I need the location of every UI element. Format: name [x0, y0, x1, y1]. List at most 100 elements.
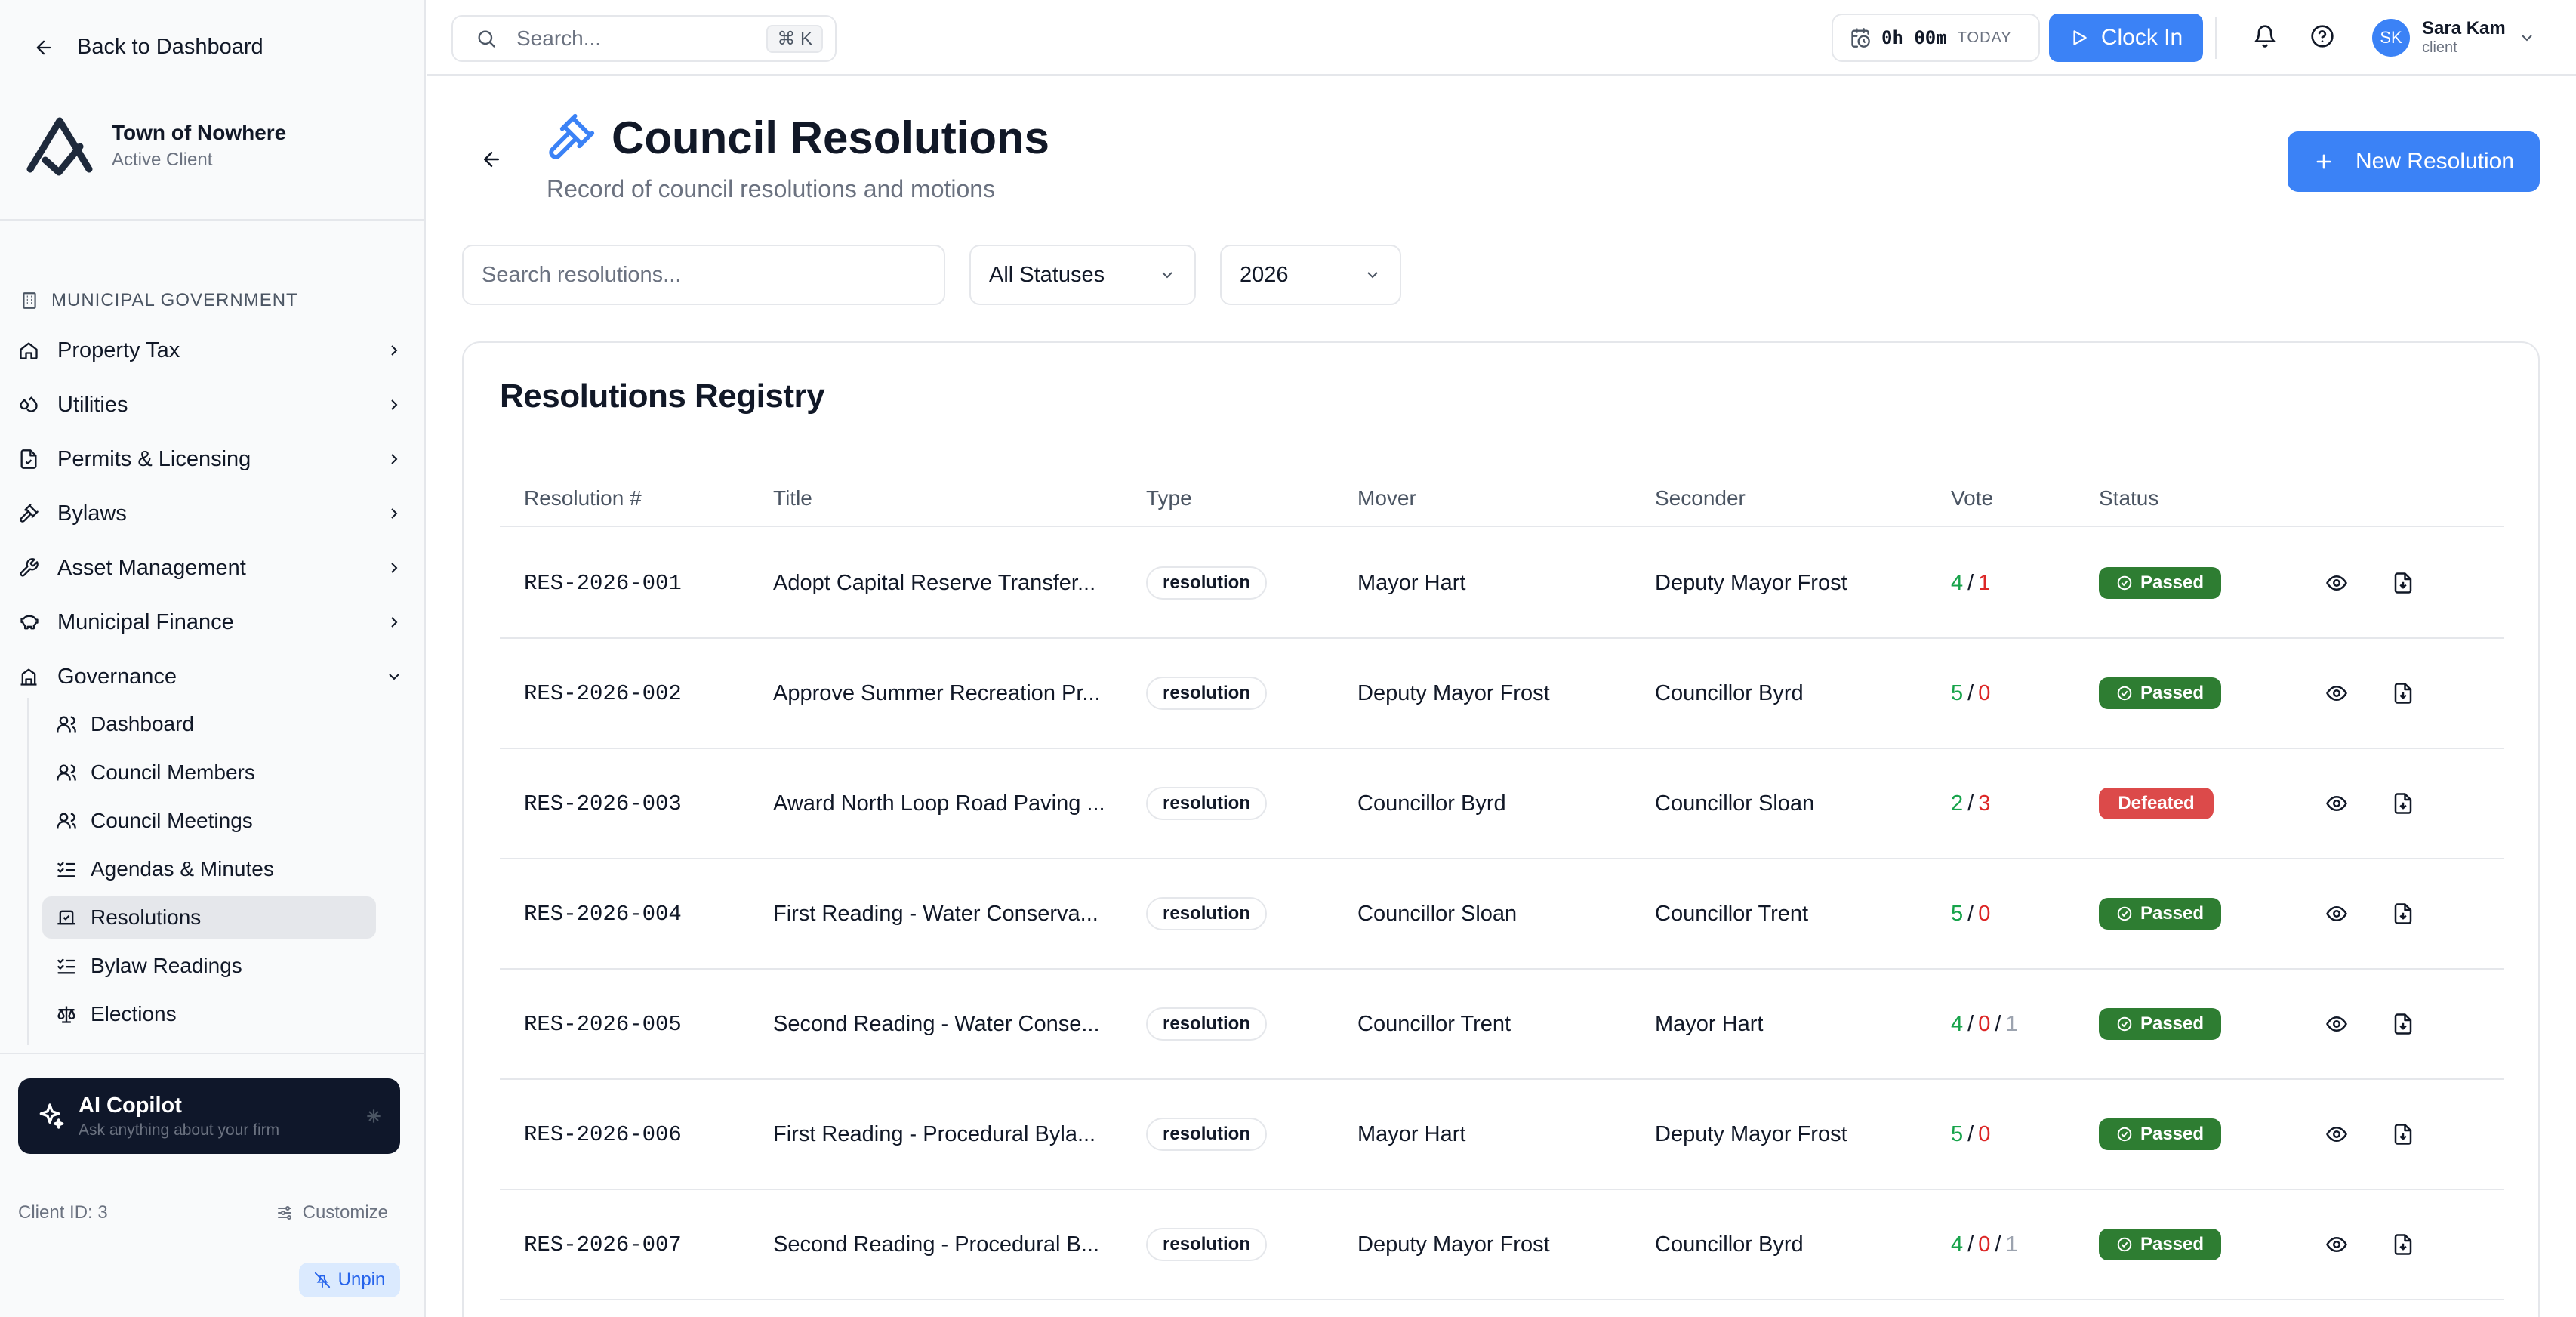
ai-copilot-button[interactable]: AI Copilot Ask anything about your firm — [18, 1078, 400, 1154]
topbar: Search... ⌘ K 0h 00m TODAY Clock In SK S… — [427, 0, 2576, 76]
sidebar: Back to Dashboard Town of Nowhere Active… — [0, 0, 426, 1317]
subnav-council-members[interactable]: Council Members — [42, 751, 376, 794]
vote-icon — [57, 910, 75, 925]
seconder: Mayor Hart — [1655, 1011, 1764, 1036]
notifications-button[interactable] — [2253, 24, 2277, 48]
check-circle-icon — [2117, 1016, 2132, 1032]
resolution-number: RES-2026-007 — [524, 1232, 682, 1257]
mover: Mayor Hart — [1357, 1121, 1466, 1146]
nav-bylaws[interactable]: Bylaws — [18, 492, 403, 535]
seconder: Councillor Sloan — [1655, 791, 1815, 816]
download-button[interactable] — [2392, 749, 2414, 858]
client-name: Town of Nowhere — [112, 121, 287, 144]
subnav-bylaw-readings[interactable]: Bylaw Readings — [42, 945, 376, 987]
subnav-council-meetings[interactable]: Council Meetings — [42, 800, 376, 842]
file-download-icon — [2394, 1234, 2412, 1255]
time-tracker[interactable]: 0h 00m TODAY — [1832, 14, 2040, 62]
resolution-title: Second Reading - Procedural B... — [773, 1232, 1100, 1257]
client-block: Town of Nowhere Active Client — [26, 113, 286, 178]
download-button[interactable] — [2392, 859, 2414, 968]
nav-governance[interactable]: Governance — [18, 655, 403, 698]
resolution-search-input[interactable] — [482, 262, 926, 288]
column-header: Title — [773, 486, 812, 510]
table-row[interactable]: RES-2026-002 Approve Summer Recreation P… — [500, 639, 2504, 749]
page-back-button[interactable] — [480, 148, 503, 171]
list-checks-icon — [57, 862, 75, 877]
nav-property-tax[interactable]: Property Tax — [18, 329, 403, 372]
download-button[interactable] — [2392, 1190, 2414, 1299]
help-button[interactable] — [2310, 24, 2334, 48]
eye-icon — [2326, 905, 2347, 922]
search-placeholder: Search... — [516, 26, 602, 50]
table-row[interactable]: RES-2026-003 Award North Loop Road Pavin… — [500, 749, 2504, 859]
file-icon — [20, 449, 37, 469]
back-to-dashboard-link[interactable]: Back to Dashboard — [33, 35, 263, 60]
check-circle-icon — [2117, 1237, 2132, 1252]
table-row[interactable]: RES-2026-005 Second Reading - Water Cons… — [500, 970, 2504, 1080]
resolution-number: RES-2026-001 — [524, 570, 682, 596]
resolution-number: RES-2026-006 — [524, 1121, 682, 1147]
chevron-down-icon — [1162, 272, 1172, 279]
chevron-right-icon — [391, 508, 398, 519]
resolution-number: RES-2026-005 — [524, 1011, 682, 1037]
view-button[interactable] — [2325, 859, 2348, 968]
eye-icon — [2326, 575, 2347, 591]
resolutions-registry-card: Resolutions Registry Resolution # Title … — [462, 341, 2540, 1317]
eye-icon — [2326, 1126, 2347, 1143]
type-badge: resolution — [1146, 1007, 1268, 1041]
chevron-right-icon — [391, 617, 398, 628]
landmark-icon — [20, 668, 37, 686]
gavel-icon — [20, 504, 39, 523]
nav-asset-management[interactable]: Asset Management — [18, 547, 403, 589]
customize-button[interactable]: Customize — [276, 1202, 388, 1223]
file-download-icon — [2394, 1124, 2412, 1145]
check-circle-icon — [2117, 1127, 2132, 1142]
type-badge: resolution — [1146, 677, 1268, 710]
status-filter-select[interactable]: All Statuses — [969, 245, 1196, 305]
sidebar-divider — [0, 219, 426, 221]
new-resolution-button[interactable]: New Resolution — [2288, 131, 2540, 192]
bell-icon — [2254, 25, 2276, 48]
view-button[interactable] — [2325, 639, 2348, 748]
column-header: Mover — [1357, 486, 1416, 510]
nav-utilities[interactable]: Utilities — [18, 384, 403, 426]
view-button[interactable] — [2325, 1080, 2348, 1189]
subnav-agendas-minutes[interactable]: Agendas & Minutes — [42, 848, 376, 890]
eye-icon — [2326, 1236, 2347, 1253]
download-button[interactable] — [2392, 639, 2414, 748]
chevron-right-icon — [391, 345, 398, 356]
view-button[interactable] — [2325, 529, 2348, 637]
help-circle-icon — [2311, 25, 2334, 48]
seconder: Deputy Mayor Frost — [1655, 570, 1847, 595]
download-button[interactable] — [2392, 1080, 2414, 1189]
year-filter-select[interactable]: 2026 — [1220, 245, 1401, 305]
table-row[interactable]: RES-2026-007 Second Reading - Procedural… — [500, 1190, 2504, 1300]
sparkle-small-icon — [367, 1109, 381, 1123]
view-button[interactable] — [2325, 1190, 2348, 1299]
mover: Deputy Mayor Frost — [1357, 1232, 1550, 1257]
resolution-search-field[interactable] — [462, 245, 945, 305]
client-id: Client ID: 3 — [18, 1202, 108, 1223]
subnav-dashboard[interactable]: Dashboard — [42, 703, 376, 745]
view-button[interactable] — [2325, 749, 2348, 858]
table-row[interactable]: RES-2026-001 Adopt Capital Reserve Trans… — [500, 529, 2504, 639]
copilot-subtitle: Ask anything about your firm — [79, 1121, 280, 1139]
mover: Councillor Trent — [1357, 1011, 1511, 1036]
nav-municipal-finance[interactable]: Municipal Finance — [18, 601, 403, 643]
clock-in-button[interactable]: Clock In — [2049, 14, 2203, 62]
table-row[interactable]: RES-2026-004 First Reading - Water Conse… — [500, 859, 2504, 970]
subnav-elections[interactable]: Elections — [42, 993, 376, 1035]
nav-permits-licensing[interactable]: Permits & Licensing — [18, 438, 403, 480]
vote-tally: 4/0/1 — [1951, 1232, 2018, 1257]
global-search-input[interactable]: Search... ⌘ K — [451, 15, 837, 62]
check-circle-icon — [2117, 686, 2132, 701]
file-download-icon — [2394, 903, 2412, 924]
table-row[interactable]: RES-2026-006 First Reading - Procedural … — [500, 1080, 2504, 1190]
chevron-down-icon — [1367, 272, 1378, 279]
download-button[interactable] — [2392, 970, 2414, 1078]
download-button[interactable] — [2392, 529, 2414, 637]
view-button[interactable] — [2325, 970, 2348, 1078]
subnav-resolutions[interactable]: Resolutions — [42, 896, 376, 939]
unpin-button[interactable]: Unpin — [299, 1263, 400, 1297]
user-menu[interactable]: SK Sara Kam client — [2372, 18, 2536, 57]
